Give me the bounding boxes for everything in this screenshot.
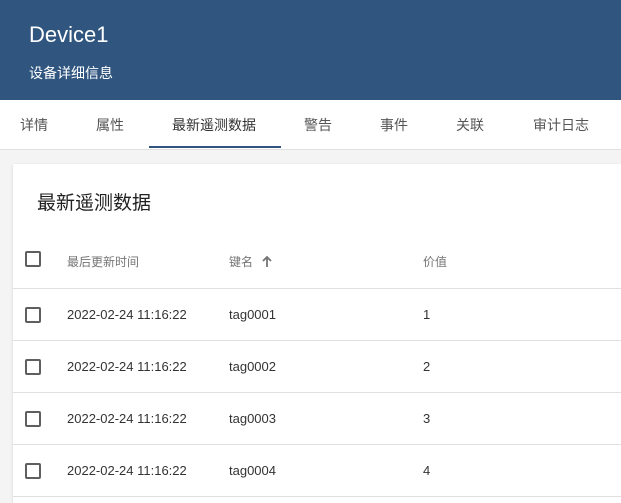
cell-time: 2022-02-24 11:16:22 [67, 307, 187, 322]
cell-value: 2 [423, 359, 431, 374]
column-header-time[interactable]: 最后更新时间 [67, 253, 139, 270]
row-checkbox[interactable] [25, 307, 41, 323]
cell-value: 4 [423, 463, 431, 478]
tab-events[interactable]: 事件 [380, 100, 408, 149]
row-checkbox[interactable] [25, 463, 41, 479]
tab-details[interactable]: 详情 [20, 100, 48, 149]
active-tab-indicator [149, 146, 281, 148]
tab-attributes[interactable]: 属性 [96, 100, 124, 149]
cell-time: 2022-02-24 11:16:22 [67, 359, 187, 374]
table-row[interactable]: 2022-02-24 11:16:22 tag0001 1 [13, 289, 621, 341]
telemetry-card: 最新遥测数据 最后更新时间 键名 价值 2022-02-24 11:16:22 … [13, 164, 621, 503]
cell-key: tag0003 [229, 411, 276, 426]
arrow-up-icon [261, 255, 273, 271]
page-header: Device1 设备详细信息 [0, 0, 621, 100]
tab-relations[interactable]: 关联 [456, 100, 484, 149]
table-row[interactable]: 2022-02-24 11:16:22 tag0004 4 [13, 445, 621, 497]
row-checkbox[interactable] [25, 359, 41, 375]
tab-alarms[interactable]: 警告 [304, 100, 332, 149]
cell-key: tag0004 [229, 463, 276, 478]
tab-latest-telemetry[interactable]: 最新遥测数据 [172, 100, 256, 149]
cell-value: 1 [423, 307, 431, 322]
table-row[interactable]: 2022-02-24 11:16:22 tag0003 3 [13, 393, 621, 445]
cell-value: 3 [423, 411, 431, 426]
select-all-checkbox[interactable] [25, 251, 41, 267]
column-header-key-label: 键名 [229, 255, 254, 269]
table-row[interactable]: 2022-02-24 11:16:22 tag0002 2 [13, 341, 621, 393]
cell-key: tag0001 [229, 307, 276, 322]
cell-time: 2022-02-24 11:16:22 [67, 463, 187, 478]
card-title: 最新遥测数据 [37, 193, 152, 214]
device-subtitle: 设备详细信息 [29, 65, 113, 81]
cell-time: 2022-02-24 11:16:22 [67, 411, 187, 426]
tab-bar: 详情 属性 最新遥测数据 警告 事件 关联 审计日志 [0, 100, 621, 150]
column-header-key[interactable]: 键名 [229, 253, 273, 271]
tab-audit-logs[interactable]: 审计日志 [533, 100, 589, 149]
column-header-value[interactable]: 价值 [423, 253, 447, 270]
row-checkbox[interactable] [25, 411, 41, 427]
cell-key: tag0002 [229, 359, 276, 374]
device-title: Device1 [29, 22, 109, 47]
table-header-row: 最后更新时间 键名 价值 [13, 232, 621, 289]
